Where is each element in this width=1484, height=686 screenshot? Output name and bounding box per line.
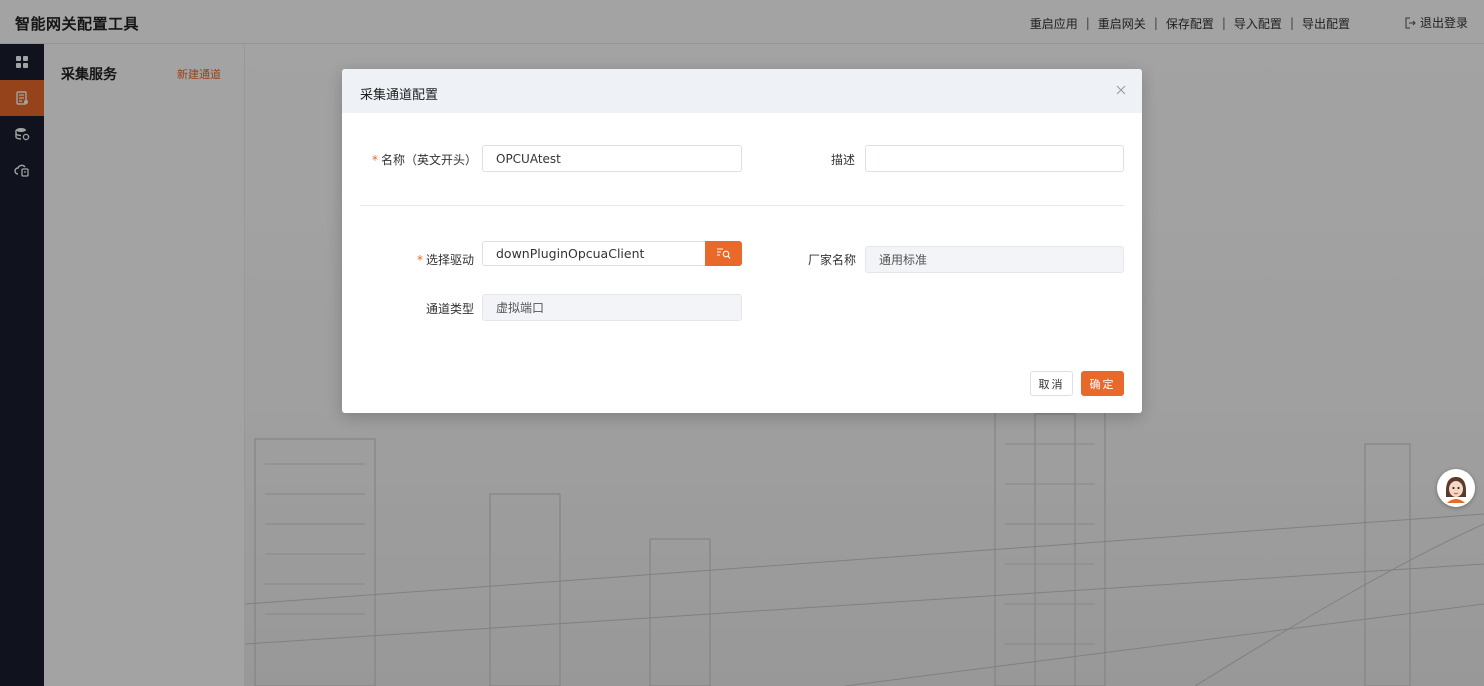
vendor-input [865,246,1124,273]
required-mark: * [372,153,378,167]
channel-config-dialog: 采集通道配置 *名称（英文开头） 描述 *选择驱动 [342,69,1142,413]
name-label: * 名称（英文开头） [372,153,478,167]
driver-input[interactable] [482,241,706,266]
dialog-header: 采集通道配置 [342,69,1142,113]
description-input[interactable] [865,145,1124,172]
driver-search-button[interactable] [705,241,742,266]
confirm-button[interactable]: 确定 [1081,371,1124,396]
list-search-icon [717,248,731,259]
driver-label: * 选择驱动 [417,253,475,267]
vendor-label: 厂家名称 [808,253,857,267]
app-root: 智能网关配置工具 重启应用 | 重启网关 | 保存配置 | 导入配置 | 导出配… [0,0,1484,686]
description-label: 描述 [831,153,856,167]
close-icon [1116,85,1126,95]
channel-type-input [482,294,742,321]
channel-type-label: 通道类型 [426,302,475,316]
dialog-close-button[interactable] [1114,83,1128,97]
required-mark: * [417,253,423,267]
form-divider [360,205,1124,206]
dialog-title: 采集通道配置 [360,88,439,103]
assistant-avatar-button[interactable] [1437,469,1475,507]
name-input[interactable] [482,145,742,172]
assistant-avatar-icon [1437,469,1475,507]
cancel-button[interactable]: 取消 [1030,371,1073,396]
